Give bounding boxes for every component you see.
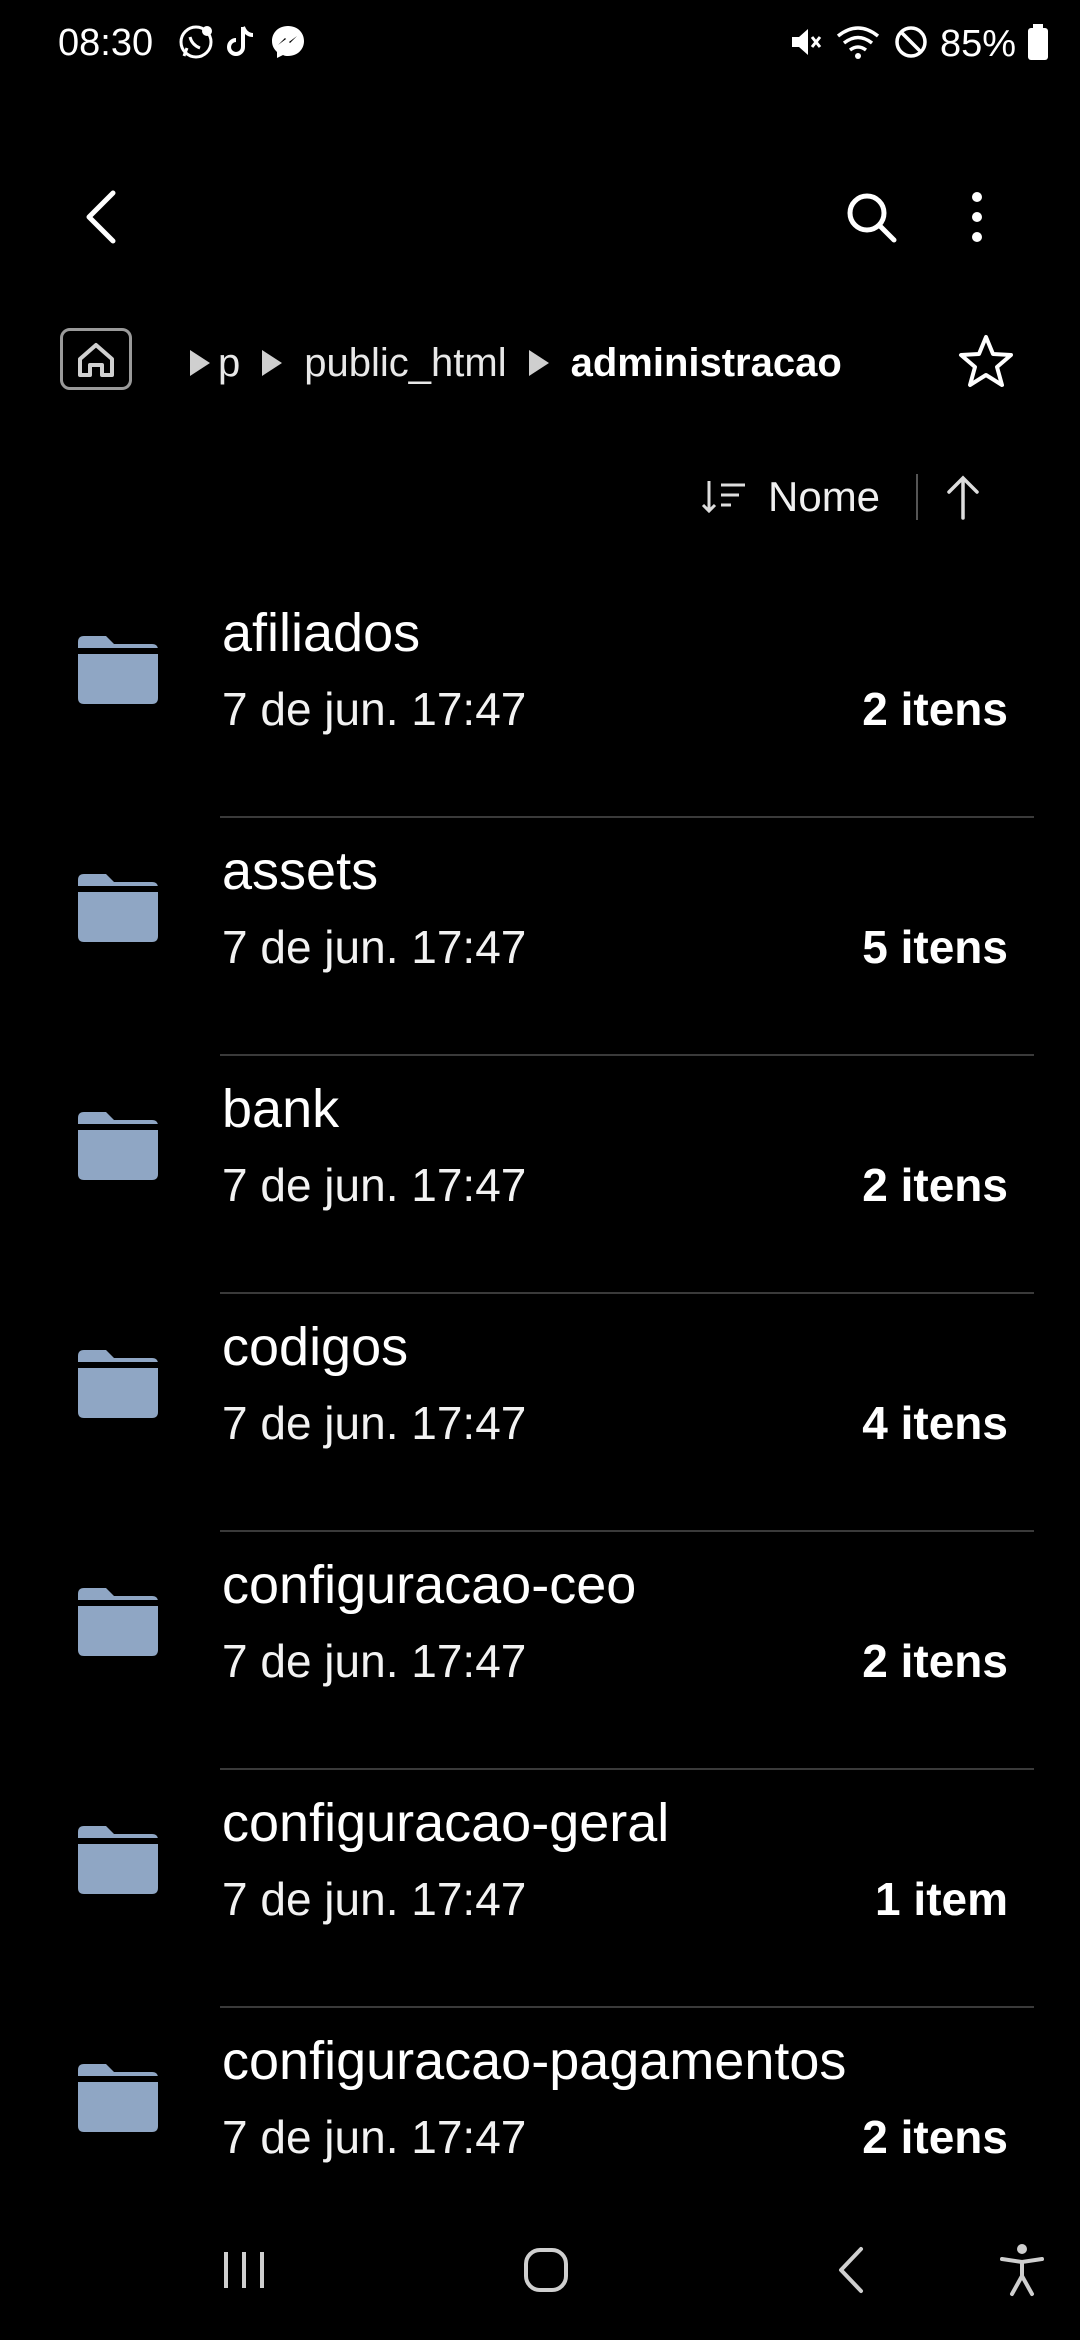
star-icon [959,335,1013,387]
notification-icons [176,22,308,66]
file-item-count: 2 itens [862,2111,1008,2163]
chevron-right-icon [190,350,210,376]
file-date: 7 de jun. 17:47 [222,1397,527,1449]
recents-icon [224,2252,264,2288]
file-date: 7 de jun. 17:47 [222,2111,527,2163]
tiktok-icon [222,22,262,67]
file-item-count: 4 itens [862,1397,1008,1449]
mute-icon [786,23,824,66]
folder-icon [78,2064,158,2132]
breadcrumb: p public_html administracao [60,326,1020,400]
back-button[interactable] [66,182,136,252]
breadcrumb-item-public-html[interactable]: public_html [304,341,506,386]
file-name: codigos [222,1317,409,1377]
sort-button[interactable] [700,472,750,522]
accessibility-icon [1000,2244,1044,2296]
sort-label[interactable]: Nome [768,473,880,521]
file-date: 7 de jun. 17:47 [222,1635,527,1687]
file-name: afiliados [222,603,421,663]
file-item-count: 1 item [875,1873,1008,1925]
file-name: configuracao-pagamentos [222,2031,847,2091]
battery-icon [1026,22,1050,67]
chevron-right-icon [528,350,549,376]
whatsapp-icon [176,22,216,67]
back-icon [839,2247,863,2293]
messenger-icon [268,22,308,67]
file-date: 7 de jun. 17:47 [222,1873,527,1925]
sort-row: Nome [700,462,1040,532]
file-name: assets [222,841,379,901]
system-navigation-bar [0,2200,1080,2340]
folder-icon [78,636,158,704]
file-item-count: 2 itens [862,1635,1008,1687]
folder-icon [78,1112,158,1180]
list-item[interactable]: configuracao-geral 7 de jun. 17:47 1 ite… [0,1770,1080,2008]
home-button[interactable] [506,2230,586,2310]
accessibility-button[interactable] [982,2230,1062,2310]
file-list: afiliados 7 de jun. 17:47 2 itens assets… [0,580,1080,2246]
home-circle-icon [524,2248,568,2292]
arrow-up-icon [947,475,979,520]
nav-back-button[interactable] [810,2230,890,2310]
status-bar: 08:30 85% [0,0,1080,90]
sort-divider [916,474,919,520]
breadcrumb-item-current[interactable]: administracao [571,341,842,386]
file-name: bank [222,1079,340,1139]
folder-icon [78,1588,158,1656]
file-date: 7 de jun. 17:47 [222,683,527,735]
file-name: configuracao-geral [222,1793,670,1853]
file-item-count: 2 itens [862,683,1008,735]
search-button[interactable] [836,182,906,252]
battery-percent: 85% [939,22,1016,65]
folder-icon [78,1350,158,1418]
list-item[interactable]: codigos 7 de jun. 17:47 4 itens [0,1294,1080,1532]
more-vertical-icon [972,192,982,242]
search-icon [847,193,897,243]
do-not-disturb-icon [892,23,930,66]
list-item[interactable]: configuracao-ceo 7 de jun. 17:47 2 itens [0,1532,1080,1770]
sort-direction-button[interactable] [938,472,988,522]
more-options-button[interactable] [942,182,1012,252]
list-item[interactable]: bank 7 de jun. 17:47 2 itens [0,1056,1080,1294]
folder-icon [78,1826,158,1894]
file-item-count: 5 itens [862,921,1008,973]
status-time: 08:30 [58,22,154,64]
recents-button[interactable] [204,2230,284,2310]
home-folder-button[interactable] [60,328,132,390]
system-status: 85% [786,22,1050,66]
home-icon [78,343,114,377]
list-item[interactable]: afiliados 7 de jun. 17:47 2 itens [0,580,1080,818]
sort-icon [701,481,745,514]
file-item-count: 2 itens [862,1159,1008,1211]
breadcrumb-path: p public_html administracao [168,326,842,400]
file-date: 7 de jun. 17:47 [222,921,527,973]
breadcrumb-item-partial[interactable]: p [218,341,240,386]
file-date: 7 de jun. 17:47 [222,1159,527,1211]
wifi-icon [834,22,882,67]
chevron-right-icon [262,350,283,376]
file-name: configuracao-ceo [222,1555,637,1615]
back-arrow-icon [86,190,116,244]
favorite-button[interactable] [950,326,1022,398]
folder-icon [78,874,158,942]
top-app-bar [0,170,1080,260]
list-item[interactable]: assets 7 de jun. 17:47 5 itens [0,818,1080,1056]
